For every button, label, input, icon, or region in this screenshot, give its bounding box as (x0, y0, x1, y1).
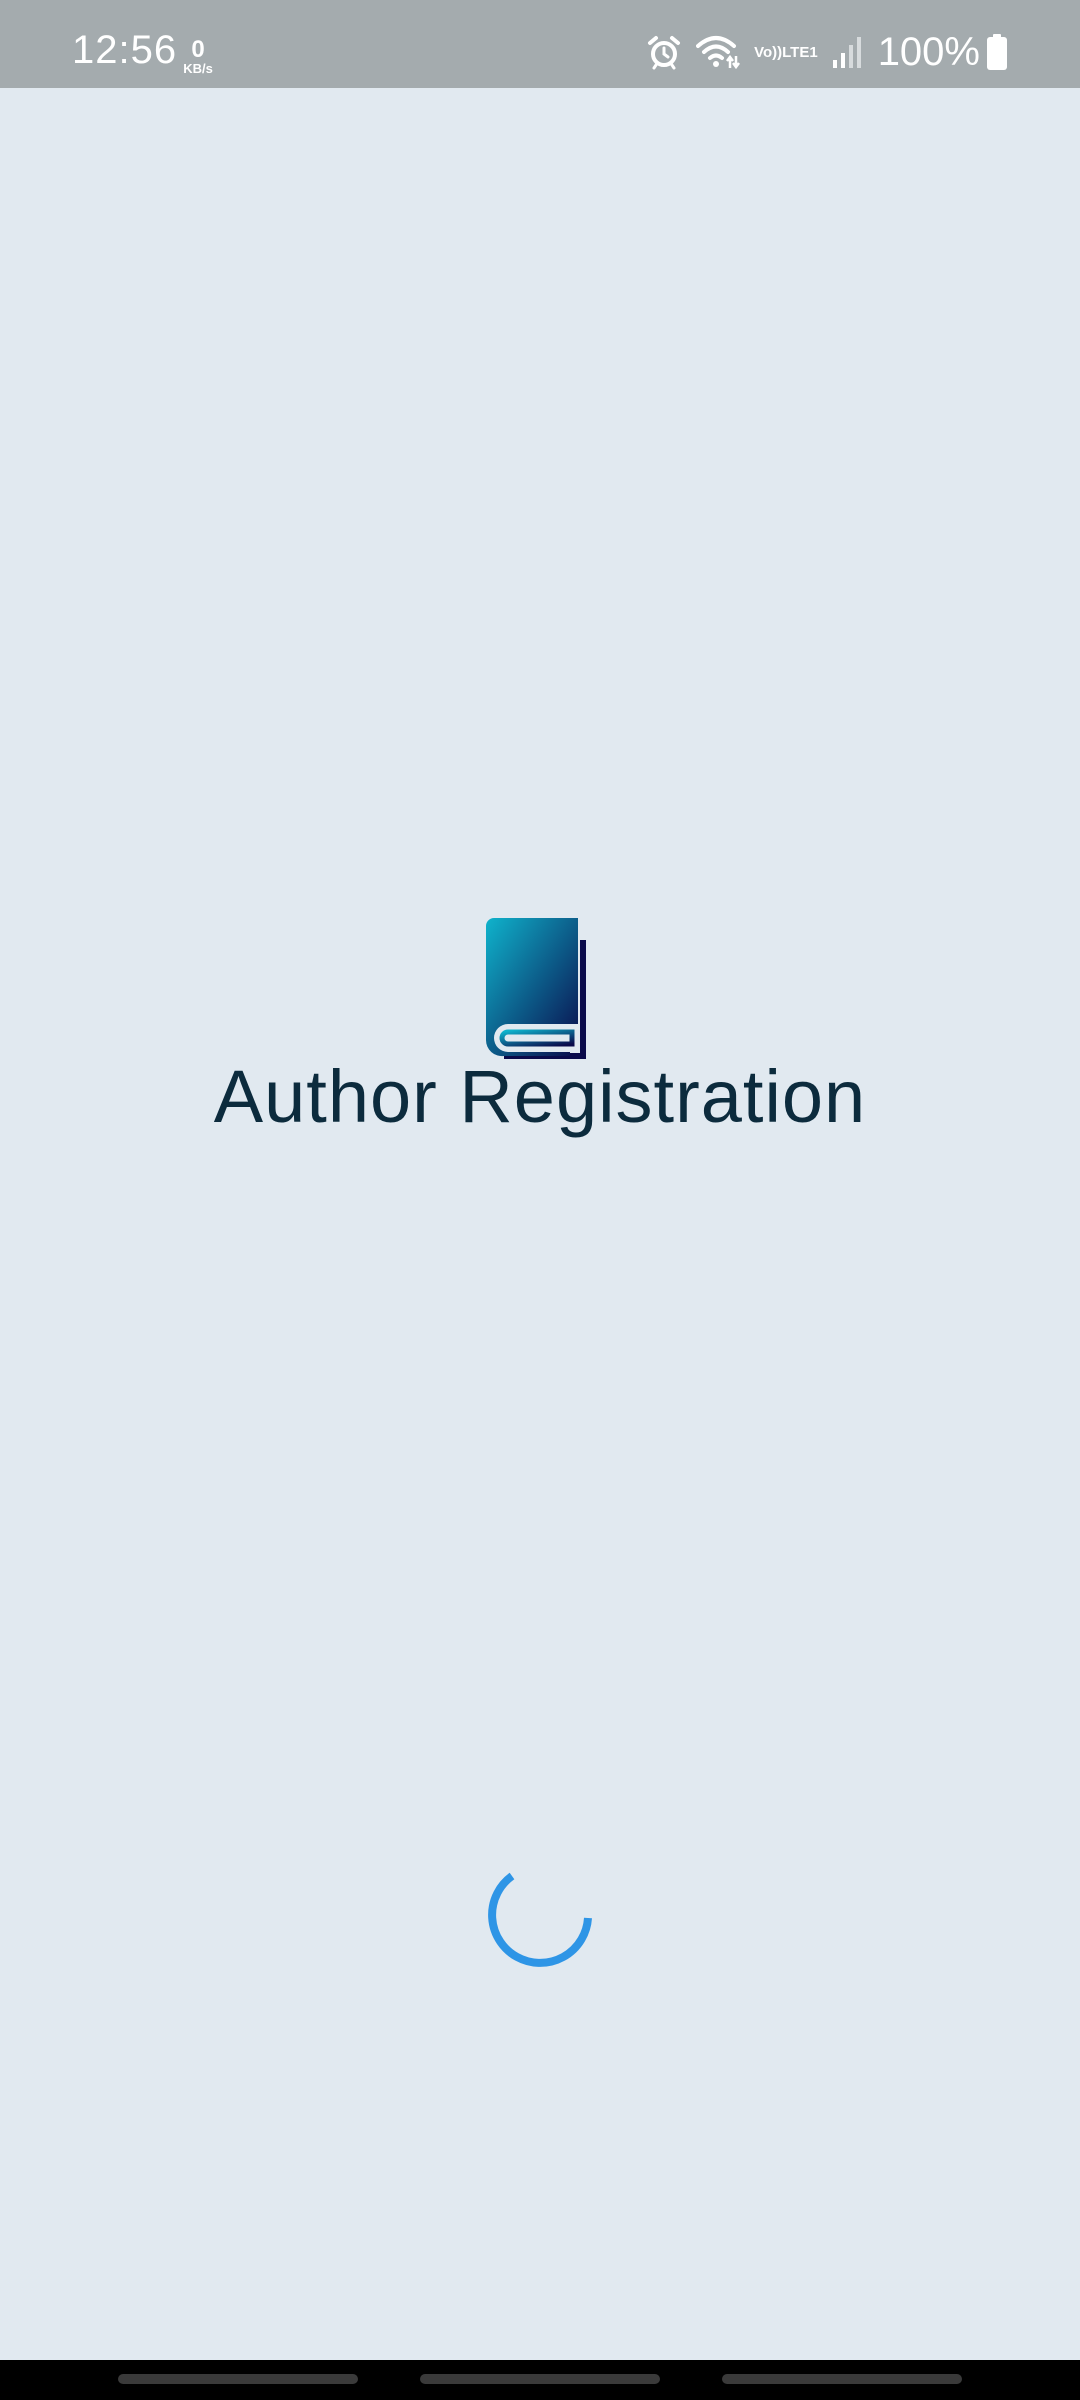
network-speed-unit: KB/s (183, 61, 213, 76)
wifi-icon (696, 34, 741, 70)
network-speed: 0 KB/s (178, 36, 218, 76)
signal-icon (832, 36, 862, 68)
splash-screen: 12:56 0 KB/s Vo)) LTE1 100% Author Regis… (0, 0, 1080, 2400)
battery-icon (986, 34, 1008, 70)
status-time: 12:56 (72, 28, 178, 72)
volte-icon: Vo)) LTE1 (754, 45, 818, 60)
nav-handle-right[interactable] (722, 2374, 962, 2384)
navigation-bar (0, 2360, 1080, 2400)
nav-handle-left[interactable] (118, 2374, 358, 2384)
status-bar: 12:56 0 KB/s Vo)) LTE1 100% (0, 0, 1080, 88)
volte-top-label: Vo)) (754, 43, 783, 61)
book-icon (480, 918, 600, 1060)
spinner-icon (484, 1856, 596, 1968)
nav-handle-center[interactable] (420, 2374, 660, 2384)
volte-bottom-label: LTE1 (782, 43, 818, 61)
alarm-icon (646, 34, 682, 70)
app-title: Author Registration (213, 1055, 867, 1138)
network-speed-value: 0 (191, 36, 205, 63)
battery-percent: 100% (877, 30, 980, 74)
status-icons: Vo)) LTE1 100% (632, 30, 1008, 74)
